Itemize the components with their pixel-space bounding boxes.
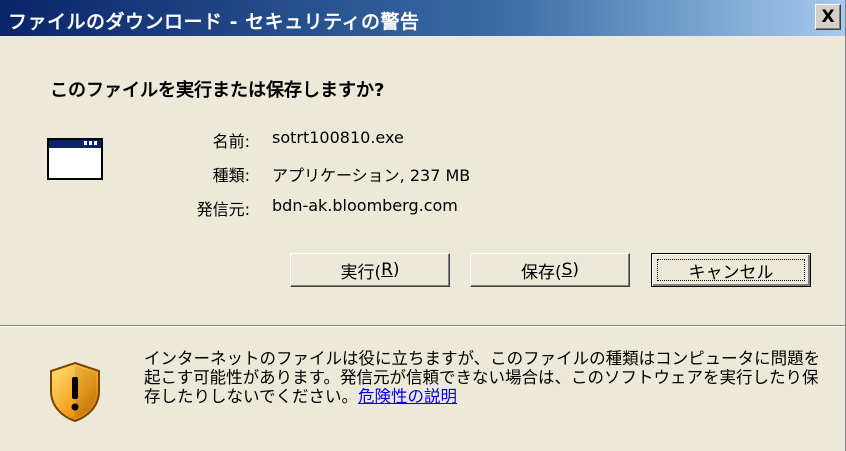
file-name-row: 名前: sotrt100810.exe [150, 128, 670, 154]
application-window-icon [47, 138, 103, 180]
file-type-row: 種類: アプリケーション, 237 MB [150, 162, 670, 188]
window-title: ファイルのダウンロード - セキュリティの警告 [8, 11, 420, 33]
close-icon: X [821, 6, 835, 27]
security-shield-warning-icon [50, 361, 100, 423]
file-name-label: 名前: [212, 132, 250, 151]
warning-message: インターネットのファイルは役に立ちますが、このファイルの種類はコンピュータに問題… [144, 349, 834, 406]
file-source-value: bdn-ak.bloomberg.com [272, 196, 458, 215]
dialog-question: このファイルを実行または保存しますか? [50, 80, 385, 101]
run-button[interactable]: 実行(R) [290, 253, 450, 287]
file-source-label: 発信元: [196, 200, 250, 219]
file-source-row: 発信元: bdn-ak.bloomberg.com [150, 196, 670, 222]
risk-explanation-link[interactable]: 危険性の説明 [358, 387, 457, 406]
file-type-value: アプリケーション, 237 MB [272, 166, 471, 185]
file-type-label: 種類: [212, 166, 250, 185]
warning-text: インターネットのファイルは役に立ちますが、このファイルの種類はコンピュータに問題… [144, 349, 821, 406]
title-bar: ファイルのダウンロード - セキュリティの警告 X [0, 0, 845, 36]
file-name-value: sotrt100810.exe [272, 128, 404, 147]
divider [0, 325, 845, 327]
focus-rect [657, 259, 805, 281]
close-button[interactable]: X [815, 4, 841, 30]
cancel-button[interactable]: キャンセル [651, 253, 811, 287]
download-dialog: ファイルのダウンロード - セキュリティの警告 X このファイルを実行または保存… [0, 0, 846, 451]
save-button[interactable]: 保存(S) [470, 253, 630, 287]
